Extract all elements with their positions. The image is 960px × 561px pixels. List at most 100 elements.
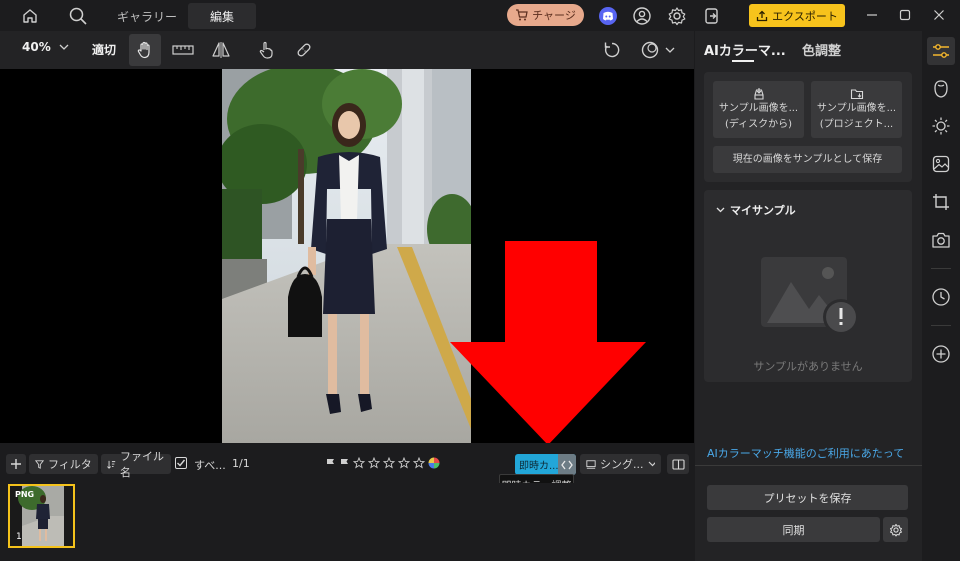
no-samples-text: サンプルがありません [753,360,863,373]
color-label-icon[interactable] [428,457,440,469]
fit-button[interactable]: 適切 [92,41,116,58]
title-bar: ギャラリー 編集 チャージ エクスポート [0,0,960,31]
minimize-icon[interactable] [860,4,884,26]
disk-import-icon [753,87,764,100]
bandage-icon[interactable] [288,34,320,66]
image-effects-icon[interactable] [927,150,955,178]
sync-settings-icon[interactable] [883,517,908,542]
sample-from-disk-button[interactable]: サンプル画像を... (ディスクから) [713,81,804,138]
instant-color-button[interactable]: 即時カ... [515,454,576,475]
select-all-label: すべ... [194,459,226,472]
tab-edit[interactable]: 編集 [188,3,256,29]
instant-color-label: 即時カ... [519,461,558,472]
chevron-down-icon [648,461,655,467]
save-as-sample-button[interactable]: 現在の画像をサンプルとして保存 [713,146,902,173]
rail-divider [931,268,951,269]
export-button[interactable]: エクスポート [749,4,845,27]
sample-project-line2: (プロジェクト... [819,118,894,130]
sort-label: ファイル名 [120,450,164,479]
sun-icon[interactable] [927,112,955,140]
star-icon[interactable] [413,457,425,469]
star-icon[interactable] [398,457,410,469]
sample-disk-line2: (ディスクから) [724,118,793,130]
sample-disk-line1: サンプル画像を... [718,102,799,114]
star-icon[interactable] [368,457,380,469]
reject-flag-icon[interactable] [339,458,350,469]
export-label: エクスポート [772,9,838,23]
check-icon [177,459,186,467]
account-icon[interactable] [630,4,654,28]
camera-icon[interactable] [927,226,955,254]
filter-bar: フィルタ... ファイル名 すべ... 1/1 即時カ... シング... [0,443,694,483]
flag-icon[interactable] [325,458,336,469]
chevron-down-icon[interactable] [660,34,680,66]
sort-button[interactable]: ファイル名 [101,450,171,479]
charge-button[interactable]: チャージ [507,4,584,26]
empty-image-icon [761,257,859,335]
single-view-icon [586,459,596,469]
sample-card: サンプル画像を... (ディスクから) サンプル画像を... (プロジェクト..… [704,72,912,182]
filter-icon [35,459,44,469]
sample-from-project-button[interactable]: サンプル画像を... (プロジェクト... [811,81,902,138]
chevron-down-icon [716,207,725,213]
thumbnail-item[interactable]: PNG 1 [8,484,75,548]
folder-import-icon [850,88,863,99]
sync-button[interactable]: 同期 [707,517,880,542]
image-canvas[interactable] [0,69,694,445]
file-type-badge: PNG [15,490,35,499]
panel-divider [695,465,922,466]
red-arrow-annotation [450,241,646,445]
active-tab-indicator [732,60,754,62]
search-icon[interactable] [66,4,90,28]
hand-tool-icon[interactable] [129,34,161,66]
add-circle-icon[interactable] [927,340,955,368]
undo-icon[interactable] [596,34,628,66]
rail-divider [931,325,951,326]
cart-icon [516,9,528,21]
crop-icon[interactable] [927,188,955,216]
home-icon[interactable] [18,4,42,28]
ruler-icon[interactable] [167,34,199,66]
chevron-down-icon [59,44,69,50]
history-icon[interactable] [927,283,955,311]
split-view-icon[interactable] [667,454,689,474]
star-icon[interactable] [383,457,395,469]
sign-out-icon[interactable] [700,4,724,28]
tab-color-adjust[interactable]: 色調整 [802,40,841,59]
view-mode-label: シング... [600,458,644,471]
sample-project-line1: サンプル画像を... [816,102,897,114]
tab-gallery[interactable]: ギャラリー [106,3,188,29]
charge-label: チャージ [532,9,576,22]
my-samples-card: マイサンプル サンプルがありません [704,190,912,382]
adjust-sliders-icon[interactable] [927,37,955,65]
export-icon [757,10,768,21]
my-samples-title: マイサンプル [730,204,796,217]
gear-icon[interactable] [665,4,689,28]
filter-label: フィルタ... [47,458,92,471]
star-icon[interactable] [353,457,365,469]
face-retouch-icon[interactable] [927,75,955,103]
discord-icon[interactable] [596,4,620,28]
save-preset-button[interactable]: プリセットを保存 [707,485,908,510]
ai-color-match-info-link[interactable]: AIカラーマッチ機能のご利用にあたって [707,445,904,461]
image-count: 1/1 [232,457,250,470]
my-samples-header[interactable]: マイサンプル [716,202,796,218]
tab-ai-color-match[interactable]: AIカラーマ... [704,40,786,59]
close-icon[interactable] [927,4,951,26]
filter-button[interactable]: フィルタ... [29,454,98,474]
rating-group [325,457,440,469]
sort-icon [107,460,116,469]
pointer-icon[interactable] [250,34,282,66]
add-icon[interactable] [6,454,26,474]
view-mode-dropdown[interactable]: シング... [580,454,661,474]
filmstrip: PNG 1 [0,483,694,561]
thumbnail-index: 1 [16,532,22,542]
right-panel: AIカラーマ... 色調整 サンプル画像を... (ディスクから) サンプル画像… [695,31,922,561]
maximize-icon[interactable] [893,4,917,26]
mirror-icon[interactable] [205,34,237,66]
edit-toolbar: 40% 適切 [0,31,694,69]
zoom-dropdown[interactable]: 40% [22,40,69,54]
select-all-checkbox[interactable] [175,457,187,469]
code-brackets-icon[interactable] [558,454,576,475]
right-icon-rail [922,31,960,561]
